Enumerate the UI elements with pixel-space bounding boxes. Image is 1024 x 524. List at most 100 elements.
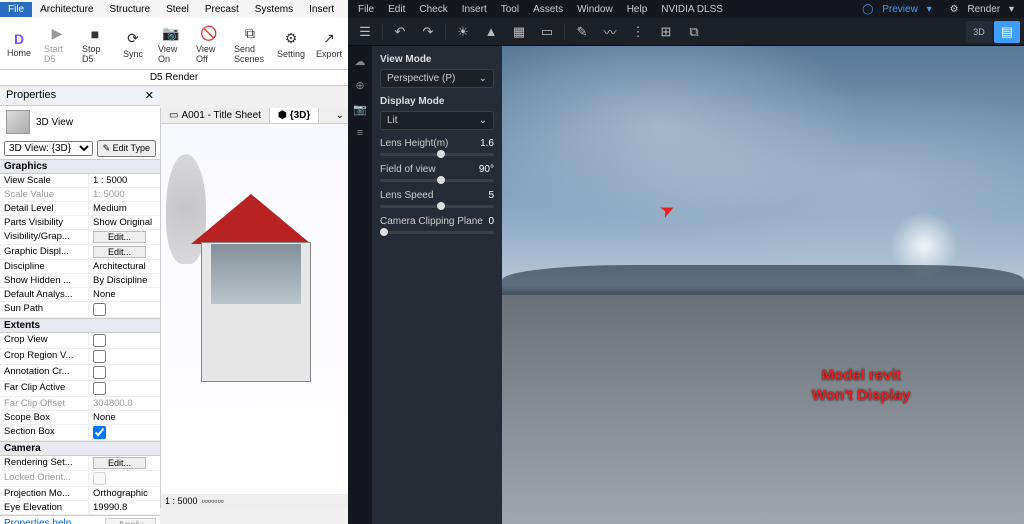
edit-button[interactable]: Edit... <box>93 231 146 243</box>
edit-type-button[interactable]: ✎ Edit Type <box>97 140 156 157</box>
prop-crop-region[interactable]: Crop Region V... <box>0 349 160 365</box>
menu-file[interactable]: File <box>0 2 32 17</box>
close-icon[interactable]: ✕ <box>145 89 154 102</box>
fov-value[interactable]: 90° <box>479 164 494 175</box>
properties-help-link[interactable]: Properties help <box>4 518 71 524</box>
start-d5-button[interactable]: ▶Start D5 <box>38 18 76 69</box>
sidebar-globe-icon[interactable]: ⊕ <box>351 76 369 94</box>
setting-button[interactable]: ⚙Setting <box>272 18 310 69</box>
lens-speed-slider[interactable] <box>380 205 494 208</box>
prop-scope-box[interactable]: Scope BoxNone <box>0 411 160 425</box>
extents-section[interactable]: Extents <box>0 318 160 333</box>
display-mode-select[interactable]: Lit⌄ <box>380 111 494 130</box>
prop-section-box[interactable]: Section Box <box>0 425 160 441</box>
prop-default-analysis[interactable]: Default Analys...None <box>0 288 160 302</box>
d5-menu-check[interactable]: Check <box>413 4 453 15</box>
d5-menu-dlss[interactable]: NVIDIA DLSS <box>655 4 729 15</box>
view-mode-select[interactable]: Perspective (P)⌄ <box>380 69 494 88</box>
sync-button[interactable]: ⟳Sync <box>114 18 152 69</box>
prop-detail-level[interactable]: Detail LevelMedium <box>0 202 160 216</box>
scatter-icon[interactable]: ⋮ <box>625 21 651 43</box>
lens-speed-value[interactable]: 5 <box>488 190 494 201</box>
camera-section[interactable]: Camera <box>0 441 160 456</box>
view-off-button[interactable]: 🚫View Off <box>190 18 228 69</box>
prop-rendering-settings[interactable]: Rendering Set...Edit... <box>0 456 160 471</box>
d5-menu-tool[interactable]: Tool <box>495 4 525 15</box>
home-button[interactable]: DHome <box>0 18 38 69</box>
render-button[interactable]: ⚙ Render ▾ <box>944 4 1020 15</box>
sun-path-checkbox[interactable] <box>93 303 106 316</box>
d5-menu-edit[interactable]: Edit <box>382 4 411 15</box>
prop-sun-path[interactable]: Sun Path <box>0 302 160 318</box>
clipping-slider[interactable] <box>380 231 494 234</box>
grid-icon[interactable]: ▦ <box>506 21 532 43</box>
camera-on-icon: 📷 <box>161 24 181 44</box>
menu-structure[interactable]: Structure <box>101 2 158 17</box>
redo-icon[interactable]: ↷ <box>415 21 441 43</box>
edit-button[interactable]: Edit... <box>93 246 146 258</box>
sidebar-camera-icon[interactable]: 📷 <box>351 100 369 118</box>
annotation-crop-checkbox[interactable] <box>93 366 106 379</box>
menu-insert[interactable]: Insert <box>301 2 342 17</box>
menu-architecture[interactable]: Architecture <box>32 2 101 17</box>
prop-parts-visibility[interactable]: Parts VisibilityShow Original <box>0 216 160 230</box>
view-on-button[interactable]: 📷View On <box>152 18 190 69</box>
prop-crop-view[interactable]: Crop View <box>0 333 160 349</box>
menu-icon[interactable]: ☰ <box>352 21 378 43</box>
crop-region-checkbox[interactable] <box>93 350 106 363</box>
d5-menu-assets[interactable]: Assets <box>527 4 569 15</box>
graphics-section[interactable]: Graphics <box>0 159 160 174</box>
crop-view-checkbox[interactable] <box>93 334 106 347</box>
prop-view-scale[interactable]: View Scale1 : 5000 <box>0 174 160 188</box>
menu-systems[interactable]: Systems <box>247 2 301 17</box>
prop-annotation-crop[interactable]: Annotation Cr... <box>0 365 160 381</box>
sidebar-cloud-icon[interactable]: ☁ <box>351 52 369 70</box>
send-scenes-button[interactable]: ⧉Send Scenes <box>228 18 272 69</box>
edit-button[interactable]: Edit... <box>93 457 146 469</box>
sidebar-layers-icon[interactable]: ≡ <box>351 124 369 142</box>
preview-button[interactable]: ◯ Preview ▾ <box>856 4 937 15</box>
undo-icon[interactable]: ↶ <box>387 21 413 43</box>
cone-icon[interactable]: ▲ <box>478 21 504 43</box>
menu-precast[interactable]: Precast <box>197 2 247 17</box>
prop-far-clip-active[interactable]: Far Clip Active <box>0 381 160 397</box>
section-box-checkbox[interactable] <box>93 426 106 439</box>
tab-3d[interactable]: ⬢{3D} <box>270 108 319 123</box>
sun-icon[interactable]: ☀ <box>450 21 476 43</box>
d5-menu-window[interactable]: Window <box>571 4 619 15</box>
prop-show-hidden[interactable]: Show Hidden ...By Discipline <box>0 274 160 288</box>
status-icons[interactable]: ▫▫▫▫▫▫▫ <box>202 496 224 506</box>
d5-menu-insert[interactable]: Insert <box>456 4 493 15</box>
menu-steel[interactable]: Steel <box>158 2 197 17</box>
view-type-selector[interactable]: 3D View <box>0 106 160 138</box>
d5-menu-help[interactable]: Help <box>621 4 654 15</box>
rect-icon[interactable]: ▭ <box>534 21 560 43</box>
view-dropdown[interactable]: 3D View: {3D} <box>4 141 93 156</box>
export-button[interactable]: ↗Export <box>310 18 348 69</box>
lens-height-slider[interactable] <box>380 153 494 156</box>
prop-discipline[interactable]: DisciplineArchitectural <box>0 260 160 274</box>
lens-height-value[interactable]: 1.6 <box>480 138 494 149</box>
prop-projection-mode[interactable]: Projection Mo...Orthographic <box>0 487 160 501</box>
align-icon[interactable]: ⊞ <box>653 21 679 43</box>
path-icon[interactable]: 〰 <box>597 21 623 43</box>
clipping-value[interactable]: 0 <box>488 216 494 227</box>
prop-visibility-graphics[interactable]: Visibility/Grap...Edit... <box>0 230 160 245</box>
status-scale[interactable]: 1 : 5000 <box>165 496 198 506</box>
apply-button[interactable]: Apply <box>105 518 156 524</box>
scene-list-icon[interactable]: ▤ <box>994 21 1020 43</box>
fov-slider[interactable] <box>380 179 494 182</box>
3d-mode-button[interactable]: 3D <box>966 21 992 43</box>
annotation-text: Model revit Won't Display <box>812 366 910 405</box>
prop-eye-elevation[interactable]: Eye Elevation19990.8 <box>0 501 160 515</box>
tab-overflow[interactable]: ⌄ <box>332 108 348 123</box>
brush-icon[interactable]: ✎ <box>569 21 595 43</box>
d5-viewport[interactable]: ➤ Model revit Won't Display <box>502 46 1024 524</box>
stop-d5-button[interactable]: ■Stop D5 <box>76 18 114 69</box>
layers-icon[interactable]: ⧉ <box>681 21 707 43</box>
d5-menu-file[interactable]: File <box>352 4 380 15</box>
tab-a001[interactable]: ▭A001 - Title Sheet <box>161 108 270 123</box>
far-clip-active-checkbox[interactable] <box>93 382 106 395</box>
revit-3d-canvas[interactable] <box>161 124 348 496</box>
prop-graphic-display[interactable]: Graphic Displ...Edit... <box>0 245 160 260</box>
